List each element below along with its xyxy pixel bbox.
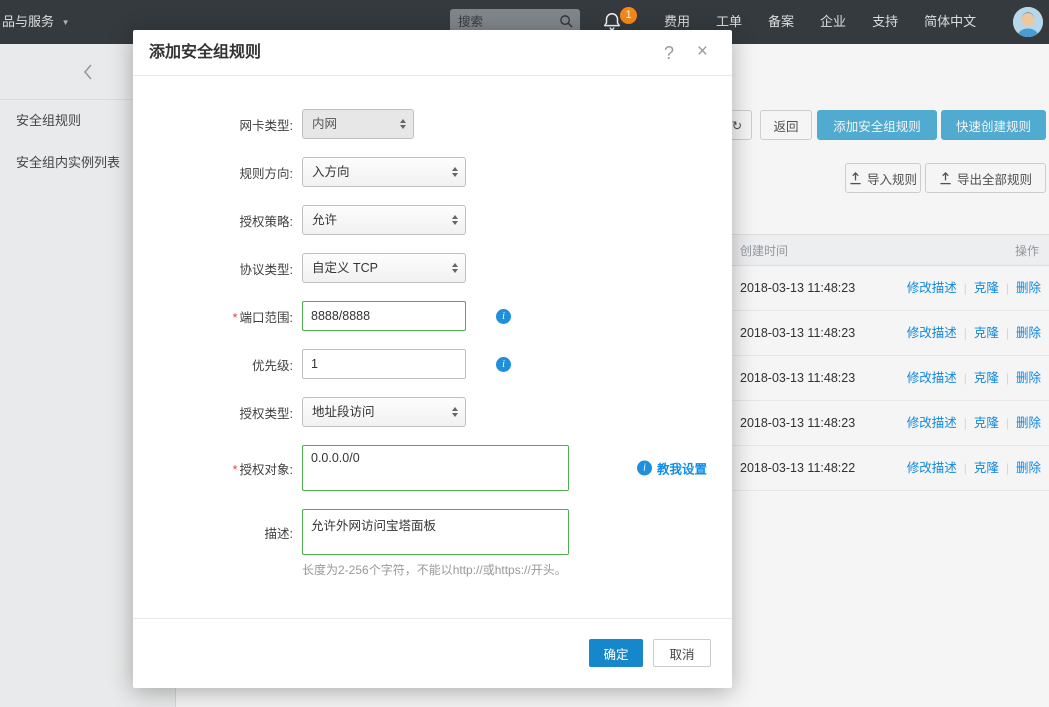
modal-title: 添加安全组规则 (149, 44, 262, 61)
form-row-description: 描述: 允许外网访问宝塔面板 (133, 509, 732, 555)
select-value: 自定义 TCP (312, 261, 378, 275)
page: 品与服务 ▼ 1 费用 工单 备案 企业 支持 简体中文 安全组规则 安全组内实… (0, 0, 1049, 707)
close-icon[interactable]: × (697, 42, 708, 62)
form-row-priority: 优先级: i (133, 349, 732, 379)
auth-type-select[interactable]: 地址段访问 (302, 397, 466, 427)
select-caret-icon (452, 407, 458, 417)
rule-direction-label: 规则方向: (239, 166, 293, 181)
teach-me-setup-label: 教我设置 (656, 462, 707, 477)
priority-input[interactable] (302, 349, 466, 379)
select-caret-icon (400, 119, 406, 129)
auth-target-label: * 授权对象: (232, 462, 293, 477)
info-icon[interactable]: i (496, 356, 511, 372)
form-row-nic-type: 网卡类型: 内网 (133, 109, 732, 139)
description-textarea[interactable]: 允许外网访问宝塔面板 (302, 509, 569, 555)
port-range-input[interactable] (302, 301, 466, 331)
required-mark: * (232, 462, 238, 477)
rule-direction-select[interactable]: 入方向 (302, 157, 466, 187)
modal-body: 网卡类型: 内网 规则方向: 入方向 授权策略: 允许 协议类型: 自定义 TC… (133, 76, 732, 578)
modal-footer: 确定 取消 (133, 618, 732, 688)
select-caret-icon (452, 263, 458, 273)
description-label: 描述: (264, 526, 293, 541)
help-icon[interactable]: ? (664, 43, 674, 63)
form-row-auth-target: * 授权对象: 0.0.0.0/0 i 教我设置 (133, 445, 732, 491)
priority-label: 优先级: (252, 358, 293, 373)
protocol-type-select[interactable]: 自定义 TCP (302, 253, 466, 283)
add-security-group-rule-modal: 添加安全组规则 ? × 网卡类型: 内网 规则方向: 入方向 授权策略: 允许 … (133, 30, 732, 688)
description-hint: 长度为2-256个字符，不能以http://或https://开头。 (302, 563, 567, 577)
select-caret-icon (452, 167, 458, 177)
auth-target-textarea[interactable]: 0.0.0.0/0 (302, 445, 569, 491)
select-value: 入方向 (312, 165, 350, 179)
protocol-type-label: 协议类型: (239, 262, 293, 277)
auth-policy-select[interactable]: 允许 (302, 205, 466, 235)
select-value: 地址段访问 (312, 405, 375, 419)
select-value: 内网 (312, 117, 338, 131)
select-caret-icon (452, 215, 458, 225)
form-row-protocol-type: 协议类型: 自定义 TCP (133, 253, 732, 283)
port-range-label: * 端口范围: (232, 310, 293, 325)
nic-type-label: 网卡类型: (239, 118, 293, 133)
nic-type-select[interactable]: 内网 (302, 109, 414, 139)
info-icon: i (636, 460, 652, 476)
form-row-auth-policy: 授权策略: 允许 (133, 205, 732, 235)
form-row-port-range: *端口范围: i (133, 301, 732, 331)
confirm-button[interactable]: 确定 (589, 639, 643, 667)
required-mark: * (232, 310, 238, 325)
select-value: 允许 (312, 213, 338, 227)
form-row-rule-direction: 规则方向: 入方向 (133, 157, 732, 187)
auth-policy-label: 授权策略: (239, 214, 293, 229)
auth-type-label: 授权类型: (239, 406, 293, 421)
cancel-button[interactable]: 取消 (653, 639, 711, 667)
form-row-auth-type: 授权类型: 地址段访问 (133, 397, 732, 427)
info-icon[interactable]: i (496, 308, 511, 324)
modal-header: 添加安全组规则 ? × (133, 30, 732, 76)
teach-me-setup-link[interactable]: i 教我设置 (636, 459, 707, 478)
